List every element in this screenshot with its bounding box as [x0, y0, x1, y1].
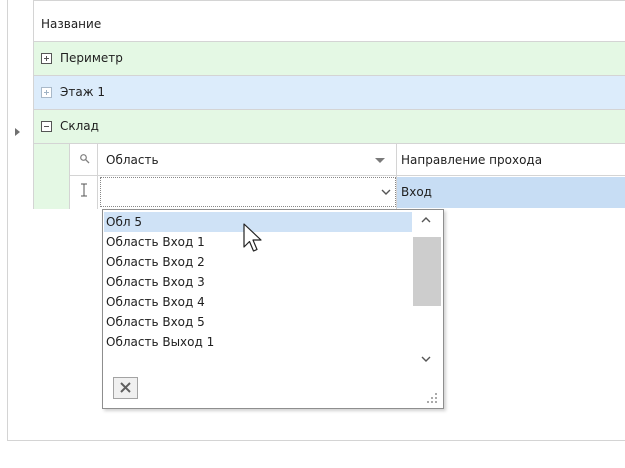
search-icon[interactable]: [79, 153, 91, 165]
column-header-name[interactable]: [34, 0, 625, 42]
chevron-down-icon[interactable]: [379, 180, 393, 204]
row-label: Периметр: [60, 51, 123, 65]
area-combo-editor[interactable]: [100, 177, 396, 207]
current-row-indicator-icon: [15, 128, 20, 136]
expand-icon[interactable]: [41, 87, 52, 98]
list-item[interactable]: Область Вход 2: [104, 252, 413, 272]
collapse-icon[interactable]: [41, 121, 52, 132]
list-item[interactable]: Область Выход 1: [104, 332, 413, 352]
row-indicator-column: [7, 0, 34, 209]
grid-row-warehouse[interactable]: [34, 110, 625, 144]
column-header-direction[interactable]: Направление прохода: [401, 153, 542, 167]
grid-row-floor[interactable]: [34, 76, 625, 110]
chevron-down-icon[interactable]: [418, 351, 434, 367]
clear-button[interactable]: [113, 377, 138, 399]
expand-icon[interactable]: [41, 53, 52, 64]
resize-grip-icon[interactable]: [426, 392, 438, 404]
scroll-thumb[interactable]: [413, 237, 441, 306]
direction-value: Вход: [401, 185, 432, 199]
column-header-label: Название: [41, 17, 102, 31]
chevron-up-icon[interactable]: [418, 212, 434, 228]
list-item[interactable]: Область Вход 4: [104, 292, 413, 312]
row-label: Склад: [60, 119, 99, 133]
close-icon: [120, 382, 131, 393]
filter-dropdown-icon[interactable]: [375, 158, 385, 163]
mouse-cursor-icon: [243, 223, 262, 252]
detail-indent: [34, 144, 70, 209]
edit-row-icon: [81, 183, 87, 197]
list-item[interactable]: Область Вход 5: [104, 312, 413, 332]
list-item[interactable]: Область Вход 3: [104, 272, 413, 292]
row-label: Этаж 1: [60, 85, 105, 99]
column-header-area[interactable]: Область: [106, 153, 159, 167]
